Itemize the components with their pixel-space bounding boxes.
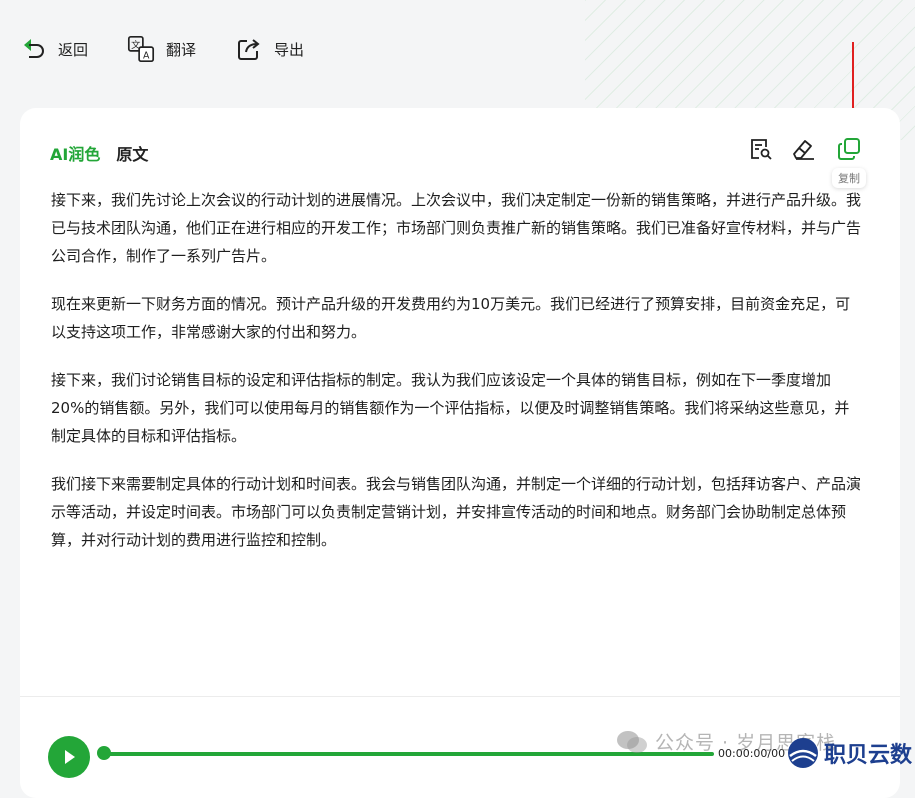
edit-button[interactable] [790, 136, 816, 162]
tab-original[interactable]: 原文 [116, 141, 148, 165]
top-toolbar: 返回 文 A 翻译 导出 [18, 34, 342, 64]
svg-text:A: A [143, 50, 150, 61]
search-document-button[interactable] [748, 136, 774, 162]
play-icon [65, 750, 75, 764]
brand-watermark: 职贝云数 [786, 736, 912, 770]
back-button[interactable]: 返回 [18, 34, 88, 64]
paragraph: 接下来，我们先讨论上次会议的行动计划的进展情况。上次会议中，我们决定制定一份新的… [51, 191, 862, 265]
export-icon [234, 34, 264, 64]
card-actions: 复制 [732, 136, 866, 188]
divider [20, 696, 900, 697]
content-card: AI润色 原文 复制 接下来，我们先讨论上次会议的行动计划的进展情况。上次会议中… [20, 108, 900, 798]
paragraph: 接下来，我们讨论销售目标的设定和评估指标的制定。我认为我们应该设定一个具体的销售… [51, 371, 850, 445]
export-button[interactable]: 导出 [234, 34, 304, 64]
wechat-icon [617, 730, 647, 753]
back-label: 返回 [58, 40, 89, 59]
export-label: 导出 [274, 40, 305, 59]
document-search-icon [751, 139, 772, 160]
copy-button[interactable] [836, 136, 862, 162]
play-button[interactable] [48, 736, 90, 778]
copy-icon [838, 138, 860, 160]
paragraph: 现在来更新一下财务方面的情况。预计产品升级的开发费用约为10万美元。我们已经进行… [51, 295, 851, 341]
tab-ai-polish[interactable]: AI润色 [50, 141, 100, 165]
translate-label: 翻译 [166, 40, 197, 59]
copy-tooltip: 复制 [832, 168, 866, 188]
translate-button[interactable]: 文 A 翻译 [126, 34, 196, 64]
eraser-icon [793, 140, 814, 160]
polished-text: 接下来，我们先讨论上次会议的行动计划的进展情况。上次会议中，我们决定制定一份新的… [51, 186, 863, 574]
paragraph: 我们接下来需要制定具体的行动计划和时间表。我会与销售团队沟通，并制定一个详细的行… [51, 475, 862, 549]
brand-text: 职贝云数 [824, 743, 913, 768]
brand-logo-icon [788, 738, 818, 768]
back-arrow-icon [18, 34, 48, 64]
copy-action: 复制 [832, 136, 866, 188]
view-tabs: AI润色 原文 [50, 141, 164, 165]
progress-knob[interactable] [97, 746, 111, 760]
translate-icon: 文 A [126, 34, 156, 64]
